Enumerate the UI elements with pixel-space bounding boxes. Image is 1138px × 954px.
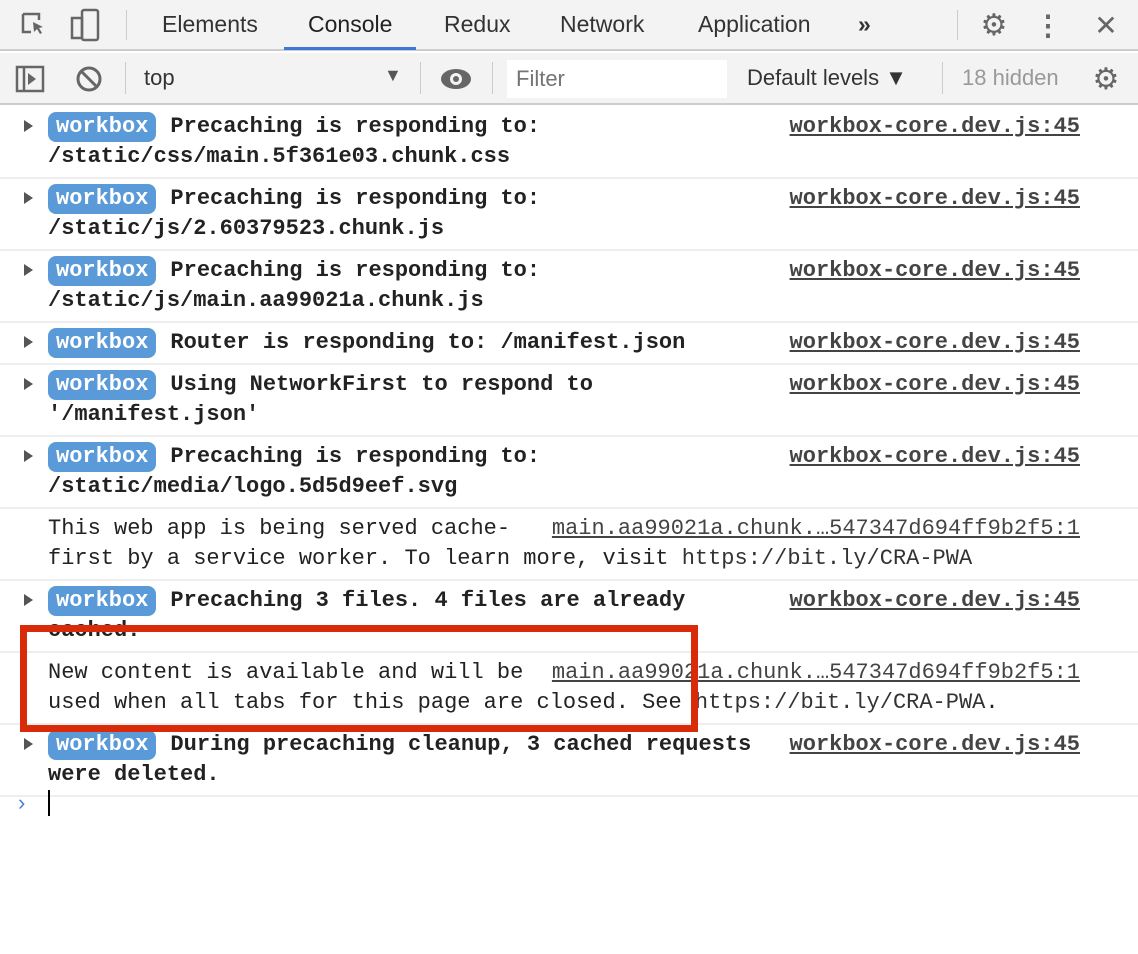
console-settings-gear-icon[interactable]: ⚙: [1090, 63, 1122, 96]
inspect-element-icon[interactable]: [18, 10, 50, 40]
expand-arrow-icon[interactable]: [24, 264, 33, 276]
console-message[interactable]: workbox-core.dev.js:45 workbox Precaching …: [0, 179, 1138, 251]
workbox-badge: workbox: [48, 442, 157, 472]
console-message: main.aa99021a.chunk.…547347d694ff9b2f5:1…: [0, 509, 1138, 581]
console-message[interactable]: workbox-core.dev.js:45 workbox Precaching …: [0, 437, 1138, 509]
hidden-count: 18 hidden: [962, 65, 1059, 90]
workbox-badge: workbox: [48, 112, 157, 142]
source-link[interactable]: workbox-core.dev.js:45: [790, 730, 1080, 760]
expand-arrow-icon[interactable]: [24, 594, 33, 606]
workbox-badge: workbox: [48, 328, 157, 358]
expand-arrow-icon[interactable]: [24, 738, 33, 750]
device-toolbar-icon[interactable]: [68, 8, 104, 42]
console-message[interactable]: workbox-core.dev.js:45 workbox Precaching …: [0, 251, 1138, 323]
source-link[interactable]: workbox-core.dev.js:45: [790, 442, 1080, 472]
expand-arrow-icon[interactable]: [24, 450, 33, 462]
source-link[interactable]: workbox-core.dev.js:45: [790, 184, 1080, 214]
clear-console-icon[interactable]: [74, 64, 104, 94]
console-input[interactable]: [48, 790, 50, 816]
filter-input[interactable]: [507, 60, 727, 98]
message-text: workbox Precaching is responding to: /sta…: [48, 442, 540, 499]
more-options-icon[interactable]: ⋮: [1034, 9, 1062, 41]
message-link[interactable]: https://bit.ly/CRA-PWA: [695, 690, 985, 715]
source-link[interactable]: workbox-core.dev.js:45: [790, 328, 1080, 358]
expand-arrow-icon[interactable]: [24, 378, 33, 390]
context-selector[interactable]: top: [144, 65, 175, 91]
source-link[interactable]: workbox-core.dev.js:45: [790, 370, 1080, 400]
expand-arrow-icon[interactable]: [24, 336, 33, 348]
close-icon[interactable]: ✕: [1092, 9, 1120, 41]
tab-network[interactable]: Network: [560, 0, 644, 50]
message-text: workbox During precaching cleanup, 3 cach…: [48, 730, 751, 787]
console-prompt-icon: ›: [18, 790, 26, 815]
message-link[interactable]: https://bit.ly/CRA-PWA: [682, 546, 972, 571]
devtools-tabbar: Elements Console Redux Network Applicati…: [0, 0, 1138, 51]
workbox-badge: workbox: [48, 730, 157, 760]
tab-application[interactable]: Application: [698, 0, 811, 50]
dropdown-arrow-icon[interactable]: ▼: [384, 65, 402, 86]
console-message[interactable]: workbox-core.dev.js:45 workbox During prec…: [0, 725, 1138, 797]
message-text: workbox Precaching is responding to: /sta…: [48, 184, 540, 241]
source-link[interactable]: workbox-core.dev.js:45: [790, 256, 1080, 286]
live-expression-eye-icon[interactable]: [440, 64, 472, 94]
source-link[interactable]: workbox-core.dev.js:45: [790, 586, 1080, 616]
source-link[interactable]: workbox-core.dev.js:45: [790, 112, 1080, 142]
console-toolbar: top ▼ Default levels ▼ 18 hidden ⚙: [0, 53, 1138, 105]
more-tabs-button[interactable]: »: [858, 0, 871, 50]
console-message[interactable]: workbox-core.dev.js:45 workbox Router is r…: [0, 323, 1138, 365]
settings-gear-icon[interactable]: ⚙: [978, 9, 1010, 42]
message-text: workbox Precaching is responding to: /sta…: [48, 112, 540, 169]
console-message[interactable]: workbox-core.dev.js:45 workbox Precaching …: [0, 107, 1138, 179]
log-levels-dropdown[interactable]: Default levels ▼: [747, 65, 907, 91]
expand-arrow-icon[interactable]: [24, 120, 33, 132]
console-message[interactable]: workbox-core.dev.js:45 workbox Using Netwo…: [0, 365, 1138, 437]
message-text: workbox Using NetworkFirst to respond to …: [48, 370, 593, 427]
workbox-badge: workbox: [48, 184, 157, 214]
sidebar-toggle-icon[interactable]: [14, 64, 46, 94]
message-text: workbox Router is responding to: /manifes…: [48, 328, 686, 358]
message-suffix: .: [985, 690, 999, 715]
tab-console[interactable]: Console: [284, 0, 417, 50]
expand-arrow-icon[interactable]: [24, 192, 33, 204]
message-text: workbox Precaching is responding to: /sta…: [48, 256, 540, 313]
message-body: Router is responding to: /manifest.json: [170, 330, 686, 355]
tab-elements[interactable]: Elements: [162, 0, 258, 50]
workbox-badge: workbox: [48, 586, 157, 616]
highlight-annotation-box: [20, 625, 698, 732]
workbox-badge: workbox: [48, 256, 157, 286]
tab-redux[interactable]: Redux: [444, 0, 510, 50]
source-link[interactable]: main.aa99021a.chunk.…547347d694ff9b2f5:1: [552, 514, 1080, 544]
workbox-badge: workbox: [48, 370, 157, 400]
